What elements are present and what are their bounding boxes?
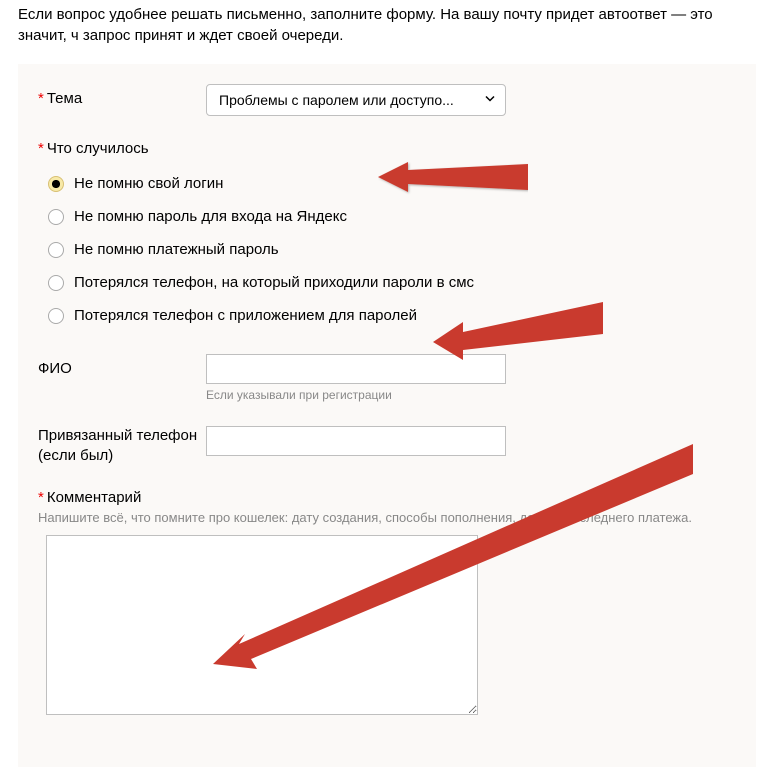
required-marker: *	[38, 489, 44, 506]
what-happened-radio-group: Не помню свой логин Не помню пароль для …	[48, 175, 736, 324]
radio-label: Не помню пароль для входа на Яндекс	[74, 208, 347, 225]
comment-label-text: Комментарий	[47, 489, 141, 506]
comment-section: *Комментарий Напишите всё, что помните п…	[38, 489, 736, 715]
topic-selected-value: Проблемы с паролем или доступо...	[219, 92, 454, 108]
comment-textarea[interactable]	[46, 535, 478, 715]
radio-option-0[interactable]: Не помню свой логин	[48, 175, 736, 192]
topic-select[interactable]: Проблемы с паролем или доступо...	[206, 84, 506, 116]
phone-label: Привязанный телефон (если был)	[38, 426, 206, 465]
radio-icon	[48, 242, 64, 258]
required-marker: *	[38, 90, 44, 107]
radio-label: Потерялся телефон, на который приходили …	[74, 274, 474, 291]
topic-row: *Тема Проблемы с паролем или доступо...	[38, 84, 736, 116]
phone-input[interactable]	[206, 426, 506, 456]
fio-input[interactable]	[206, 354, 506, 384]
radio-option-1[interactable]: Не помню пароль для входа на Яндекс	[48, 208, 736, 225]
radio-icon	[48, 275, 64, 291]
radio-label: Потерялся телефон с приложением для паро…	[74, 307, 417, 324]
support-form: *Тема Проблемы с паролем или доступо... …	[18, 64, 756, 767]
comment-label: *Комментарий	[38, 489, 736, 506]
fio-hint: Если указывали при регистрации	[206, 388, 736, 402]
phone-row: Привязанный телефон (если был)	[38, 426, 736, 465]
radio-option-2[interactable]: Не помню платежный пароль	[48, 241, 736, 258]
intro-text: Если вопрос удобнее решать письменно, за…	[0, 0, 774, 64]
what-happened-label-text: Что случилось	[47, 140, 149, 157]
comment-hint: Напишите всё, что помните про кошелек: д…	[38, 510, 736, 525]
radio-icon	[48, 176, 64, 192]
required-marker: *	[38, 140, 44, 157]
radio-label: Не помню свой логин	[74, 175, 223, 192]
topic-label: *Тема	[38, 84, 206, 109]
radio-icon	[48, 209, 64, 225]
topic-label-text: Тема	[47, 90, 82, 107]
radio-icon	[48, 308, 64, 324]
radio-option-4[interactable]: Потерялся телефон с приложением для паро…	[48, 307, 736, 324]
radio-option-3[interactable]: Потерялся телефон, на который приходили …	[48, 274, 736, 291]
radio-label: Не помню платежный пароль	[74, 241, 279, 258]
what-happened-label: *Что случилось	[38, 140, 736, 157]
what-happened-section: *Что случилось Не помню свой логин Не по…	[38, 140, 736, 324]
fio-row: ФИО Если указывали при регистрации	[38, 354, 736, 402]
fio-label: ФИО	[38, 354, 206, 379]
